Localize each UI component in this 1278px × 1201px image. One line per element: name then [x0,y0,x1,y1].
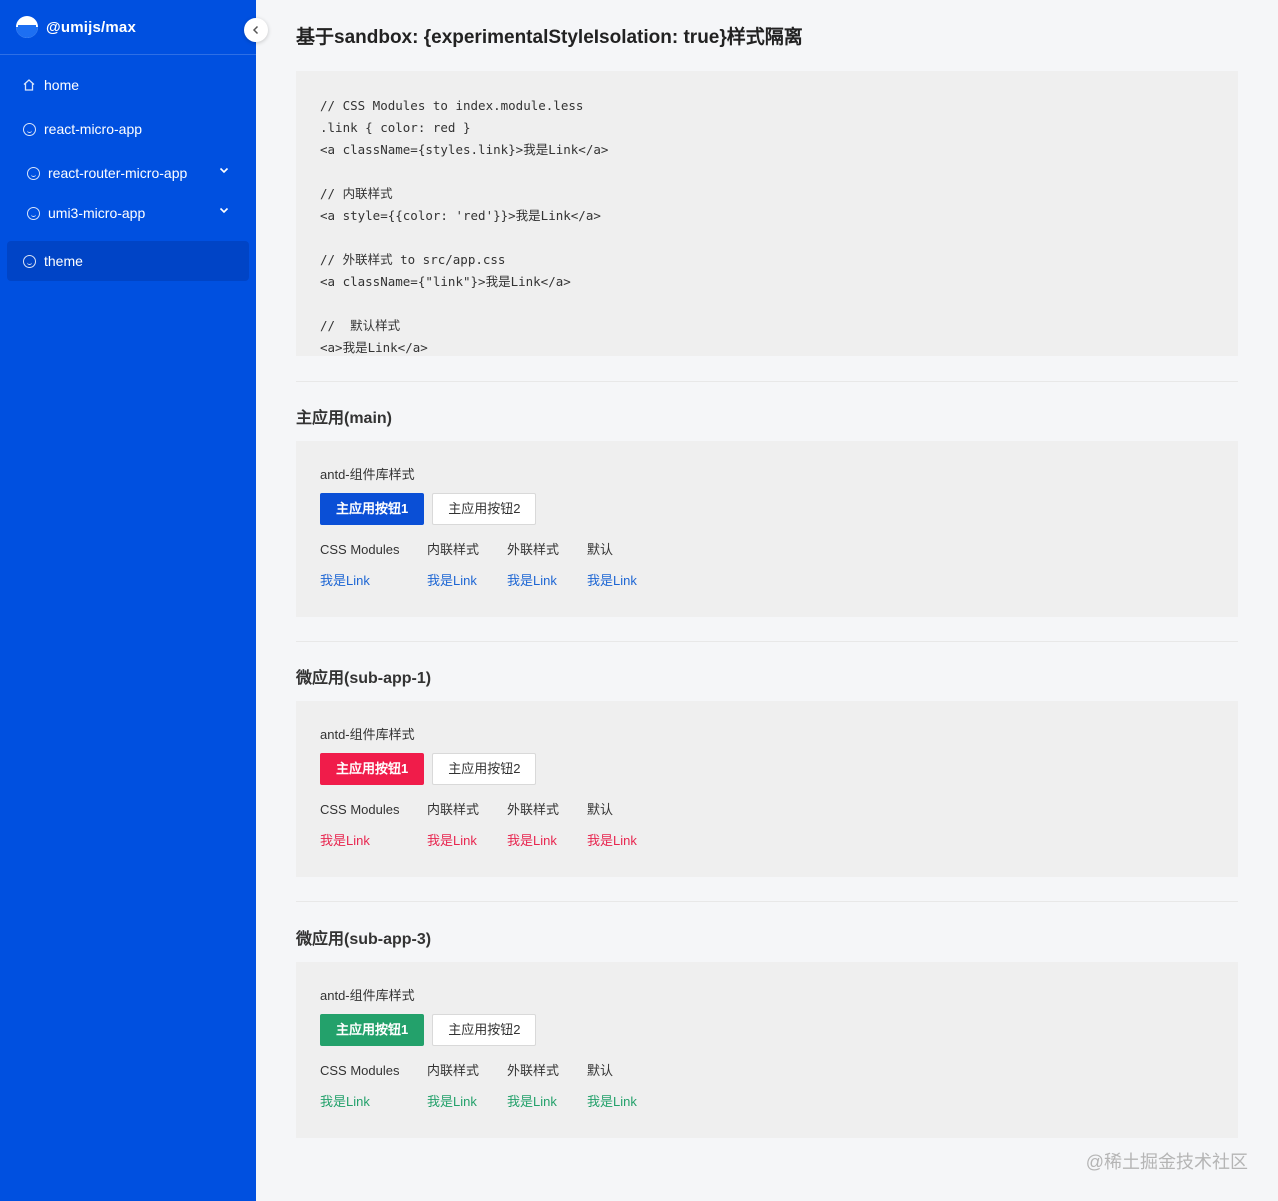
code-block: // CSS Modules to index.module.less .lin… [296,71,1238,356]
sidebar-item-label: umi3-micro-app [48,205,146,221]
column-header: 外联样式 [507,542,560,557]
column-header: 内联样式 [427,1063,480,1078]
column-header: 默认 [587,802,614,817]
link-table: CSS Modules 内联样式 外联样式 默认 我是Link 我是Link 我… [320,1062,1214,1113]
code-line: <a>我是Link</a> [320,340,428,355]
external-style-link[interactable]: 我是Link [507,830,587,852]
external-style-link[interactable]: 我是Link [507,1091,587,1113]
chevron-left-icon [252,25,259,35]
section-title-main: 主应用(main) [296,410,393,427]
code-line: // 外联样式 to src/app.css [320,252,506,267]
sidebar-item-react-micro-app[interactable]: react-micro-app [0,107,256,151]
column-header: 外联样式 [507,802,560,817]
section-title-sub-app-1: 微应用(sub-app-1) [296,670,432,687]
card-label: antd-组件库样式 [320,727,415,742]
code-line: // CSS Modules to index.module.less [320,98,584,113]
demo-card-main: antd-组件库样式 主应用按钮1 主应用按钮2 CSS Modules 内联样… [296,441,1238,617]
inline-style-link[interactable]: 我是Link [427,830,507,852]
button-row: 主应用按钮1 主应用按钮2 [320,753,1214,785]
default-button[interactable]: 主应用按钮2 [432,493,537,525]
code-line: <a style={{color: 'red'}}>我是Link</a> [320,208,601,223]
sidebar-item-label: react-micro-app [44,121,143,137]
chevron-down-icon[interactable] [218,204,230,219]
card-label: antd-组件库样式 [320,988,415,1003]
column-header: 内联样式 [427,542,480,557]
sidebar-item-react-router-micro-app[interactable]: react-router-micro-app [0,151,256,195]
column-header: 默认 [587,542,614,557]
primary-button[interactable]: 主应用按钮1 [320,1014,425,1046]
smile-icon [26,166,40,180]
column-header: CSS Modules [320,1063,400,1078]
css-modules-link[interactable]: 我是Link [320,570,427,592]
sidebar: @umijs/max home react-micro-app react-ro… [0,0,256,1201]
watermark: @稀土掘金技术社区 [1085,1152,1248,1172]
inline-style-link[interactable]: 我是Link [427,1091,507,1113]
umi-logo-icon [16,16,38,38]
brand[interactable]: @umijs/max [0,0,256,55]
demo-card-sub-app-3: antd-组件库样式 主应用按钮1 主应用按钮2 CSS Modules 内联样… [296,962,1238,1138]
main-content: 基于sandbox: {experimentalStyleIsolation: … [296,0,1238,1138]
card-label: antd-组件库样式 [320,467,415,482]
home-icon [22,78,36,92]
section-title-sub-app-3: 微应用(sub-app-3) [296,931,432,948]
sidebar-nav: home react-micro-app react-router-micro-… [0,55,256,281]
default-style-link[interactable]: 我是Link [587,570,667,592]
code-line: // 默认样式 [320,318,401,333]
sidebar-item-theme[interactable]: theme [7,241,249,281]
primary-button[interactable]: 主应用按钮1 [320,493,425,525]
divider [296,381,1238,382]
sidebar-item-label: theme [44,253,83,269]
inline-style-link[interactable]: 我是Link [427,570,507,592]
smile-icon [22,254,36,268]
divider [296,641,1238,642]
css-modules-link[interactable]: 我是Link [320,1091,427,1113]
primary-button[interactable]: 主应用按钮1 [320,753,425,785]
sidebar-item-home[interactable]: home [0,63,256,107]
css-modules-link[interactable]: 我是Link [320,830,427,852]
default-button[interactable]: 主应用按钮2 [432,753,537,785]
column-header: 外联样式 [507,1063,560,1078]
sidebar-item-label: home [44,77,80,93]
demo-card-sub-app-1: antd-组件库样式 主应用按钮1 主应用按钮2 CSS Modules 内联样… [296,701,1238,877]
link-table: CSS Modules 内联样式 外联样式 默认 我是Link 我是Link 我… [320,801,1214,852]
sidebar-collapse-button[interactable] [244,18,268,42]
code-line: <a className={styles.link}>我是Link</a> [320,142,609,157]
default-style-link[interactable]: 我是Link [587,1091,667,1113]
column-header: CSS Modules [320,542,400,557]
chevron-down-icon[interactable] [218,164,230,179]
page-title: 基于sandbox: {experimentalStyleIsolation: … [296,27,803,48]
brand-title: @umijs/max [46,18,136,36]
sidebar-item-umi3-micro-app[interactable]: umi3-micro-app [0,195,256,231]
code-line: // 内联样式 [320,186,393,201]
smile-icon [22,122,36,136]
column-header: 内联样式 [427,802,480,817]
default-style-link[interactable]: 我是Link [587,830,667,852]
smile-icon [26,206,40,220]
link-table: CSS Modules 内联样式 外联样式 默认 我是Link 我是Link 我… [320,541,1214,592]
external-style-link[interactable]: 我是Link [507,570,587,592]
button-row: 主应用按钮1 主应用按钮2 [320,1014,1214,1046]
default-button[interactable]: 主应用按钮2 [432,1014,537,1046]
code-line: <a className={"link"}>我是Link</a> [320,274,571,289]
code-line: .link { color: red } [320,120,471,135]
divider [296,901,1238,902]
column-header: CSS Modules [320,802,400,817]
sidebar-item-label: react-router-micro-app [48,165,188,181]
column-header: 默认 [587,1063,614,1078]
button-row: 主应用按钮1 主应用按钮2 [320,493,1214,525]
